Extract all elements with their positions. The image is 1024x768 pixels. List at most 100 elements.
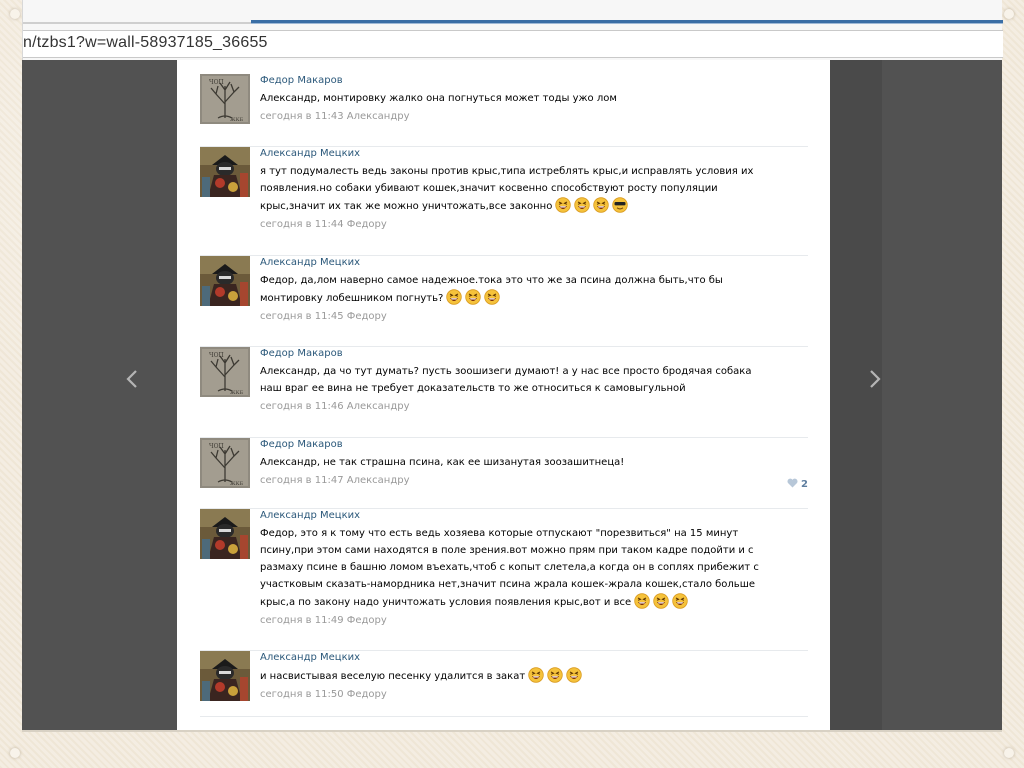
- comment-text: Федор, это я к тому что есть ведь хозяев…: [260, 525, 800, 611]
- comment-text-line: монтировку лобешником погнуть?: [260, 293, 444, 304]
- avatar-alexandr[interactable]: [200, 651, 250, 701]
- chevron-right-icon[interactable]: [865, 370, 885, 394]
- svg-text:ЖКБ: ЖКБ: [230, 481, 243, 487]
- laughing-emoji-icon: [528, 667, 544, 683]
- comment-text-line: псину,при этом сами находятся в поле зре…: [260, 545, 754, 556]
- laughing-emoji-icon: [672, 593, 688, 609]
- comment-meta: сегодня в 11:50 Федору: [260, 688, 800, 701]
- comment-body: Федор Макаров Александр, не так страшна п…: [260, 438, 800, 487]
- comment-text: Александр, не так страшна псина, как ее …: [260, 454, 800, 471]
- comment-author-link[interactable]: Александр Мецких: [260, 147, 800, 160]
- comment-author-link[interactable]: Федор Макаров: [260, 347, 800, 360]
- viewer-left-panel[interactable]: [22, 60, 177, 730]
- comment-text-line: Александр, да чо тут думать? пусть зооши…: [260, 366, 752, 377]
- frame-corner: [1004, 9, 1014, 19]
- comment-text: Федор, да,лом наверно самое надежное.ток…: [260, 272, 800, 307]
- frame-corner: [10, 748, 20, 758]
- active-tab-indicator: [251, 20, 1003, 24]
- comment-text: и насвистывая веселую песенку удалится в…: [260, 667, 800, 685]
- comment-item: ЧОП ЖКБ Федор Макаров Александр, да чо тут …: [200, 347, 808, 438]
- comment-timestamp[interactable]: сегодня в 11:45: [260, 311, 344, 322]
- laughing-emoji-icon: [547, 667, 563, 683]
- comment-text-line: участковым сказать-намордника нет,значит…: [260, 579, 755, 590]
- browser-chrome: n/tzbs1?w=wall-58937185_36655: [22, 0, 1003, 60]
- avatar-fedor[interactable]: ЧОП ЖКБ: [200, 438, 250, 488]
- laughing-emoji-icon: [446, 289, 463, 305]
- laughing-emoji-icon: [566, 667, 582, 683]
- comment-reply-to[interactable]: Федору: [347, 689, 387, 700]
- comment-reply-to[interactable]: Александру: [347, 111, 410, 122]
- comment-author-link[interactable]: Федор Макаров: [260, 74, 800, 87]
- laughing-emoji-icon: [484, 289, 501, 305]
- comment-text-line: и насвистывая веселую песенку удалится в…: [260, 671, 526, 682]
- comment-text: Александр, монтировку жалко она погнутьс…: [260, 90, 800, 107]
- comment-body: Александр Мецких Федор, это я к тому что …: [260, 509, 800, 627]
- comment-reply-to[interactable]: Александру: [347, 401, 410, 412]
- avatar-alexandr[interactable]: [200, 256, 250, 306]
- chevron-left-icon[interactable]: [122, 370, 142, 394]
- comment-body: Александр Мецких и насвистывая веселую пе…: [260, 651, 800, 701]
- frame-corner: [1004, 748, 1014, 758]
- comment-timestamp[interactable]: сегодня в 11:49: [260, 615, 344, 626]
- comment-meta: сегодня в 11:47 Александру: [260, 474, 800, 487]
- comment-timestamp[interactable]: сегодня в 11:44: [260, 219, 344, 230]
- avatar-fedor[interactable]: ЧОП ЖКБ: [200, 347, 250, 397]
- comment-item: ЧОП ЖКБ Федор Макаров Александр, монтировку…: [200, 74, 808, 147]
- comment-meta: сегодня в 11:49 Федору: [260, 614, 800, 627]
- comment-reply-to[interactable]: Федору: [347, 615, 387, 626]
- laughing-emoji-icon: [465, 289, 482, 305]
- comment-item: Александр Мецких Федор, это я к тому что …: [200, 509, 808, 651]
- comment-author-link[interactable]: Александр Мецких: [260, 651, 800, 664]
- avatar-fedor[interactable]: ЧОП ЖКБ: [200, 74, 250, 124]
- comment-reply-to[interactable]: Федору: [347, 219, 387, 230]
- avatar-alexandr[interactable]: [200, 147, 250, 197]
- comment-text: Александр, да чо тут думать? пусть зооши…: [260, 363, 800, 397]
- laughing-emoji-icon: [593, 197, 610, 213]
- laughing-emoji-icon: [634, 593, 650, 609]
- comment-meta: сегодня в 11:45 Федору: [260, 310, 800, 323]
- comment-reply-to[interactable]: Александру: [347, 475, 410, 486]
- comment-body: Александр Мецких я тут подумалесть ведь з…: [260, 147, 800, 231]
- laughing-emoji-icon: [574, 197, 591, 213]
- comment-text-line: Федор, это я к тому что есть ведь хозяев…: [260, 528, 739, 539]
- comment-timestamp[interactable]: сегодня в 11:46: [260, 401, 344, 412]
- comment-reply-to[interactable]: Федору: [347, 311, 387, 322]
- address-bar[interactable]: n/tzbs1?w=wall-58937185_36655: [23, 30, 1003, 58]
- like-count: 2: [801, 479, 808, 490]
- comment-author-link[interactable]: Александр Мецких: [260, 509, 800, 522]
- comment-item: Александр Мецких Федор, да,лом наверно са…: [200, 256, 808, 347]
- comment-item: Александр Мецких я тут подумалесть ведь з…: [200, 147, 808, 256]
- comment-body: Александр Мецких Федор, да,лом наверно са…: [260, 256, 800, 323]
- comment-body: Федор Макаров Александр, монтировку жалко…: [260, 74, 800, 123]
- address-bar-url[interactable]: n/tzbs1?w=wall-58937185_36655: [23, 34, 268, 52]
- svg-text:ЧОП: ЧОП: [209, 352, 224, 359]
- comment-author-link[interactable]: Федор Макаров: [260, 438, 800, 451]
- comment-text-line: крыс,а по закону надо уничтожать условия…: [260, 597, 632, 608]
- like-button[interactable]: 2: [787, 478, 808, 490]
- svg-text:ЧОП: ЧОП: [209, 443, 224, 450]
- sunglasses-emoji-icon: [612, 197, 629, 213]
- comment-meta: сегодня в 11:46 Александру: [260, 400, 800, 413]
- comment-item: Александр Мецких и насвистывая веселую пе…: [200, 651, 808, 717]
- laughing-emoji-icon: [653, 593, 669, 609]
- comment-item: ЧОП ЖКБ Федор Макаров Александр, не так стр…: [200, 438, 808, 509]
- comment-timestamp[interactable]: сегодня в 11:47: [260, 475, 344, 486]
- comment-text-line: крыс,значит их так же можно уничтожать,в…: [260, 201, 553, 212]
- comment-timestamp[interactable]: сегодня в 11:43: [260, 111, 344, 122]
- comment-timestamp[interactable]: сегодня в 11:50: [260, 689, 344, 700]
- post-viewer: ЧОП ЖКБ Федор Макаров Александр, монтировку…: [22, 60, 1002, 730]
- comment-text-line: Александр, монтировку жалко она погнутьс…: [260, 93, 617, 104]
- comment-meta: сегодня в 11:43 Александру: [260, 110, 800, 123]
- tab-strip-line: [23, 22, 251, 24]
- frame-divider: [22, 730, 1002, 732]
- comment-body: Федор Макаров Александр, да чо тут думать…: [260, 347, 800, 413]
- comment-text-line: появления.но собаки убивают кошек,значит…: [260, 183, 718, 194]
- comment-author-link[interactable]: Александр Мецких: [260, 256, 800, 269]
- comment-text-line: Федор, да,лом наверно самое надежное.ток…: [260, 275, 723, 286]
- viewer-right-panel[interactable]: [882, 60, 1002, 730]
- svg-text:ЧОП: ЧОП: [209, 79, 224, 86]
- comment-text: я тут подумалесть ведь законы против кры…: [260, 163, 800, 215]
- comments-page: ЧОП ЖКБ Федор Макаров Александр, монтировку…: [177, 60, 830, 730]
- comment-text-line: наш враг ее вина не требует доказательст…: [260, 383, 686, 394]
- avatar-alexandr[interactable]: [200, 509, 250, 559]
